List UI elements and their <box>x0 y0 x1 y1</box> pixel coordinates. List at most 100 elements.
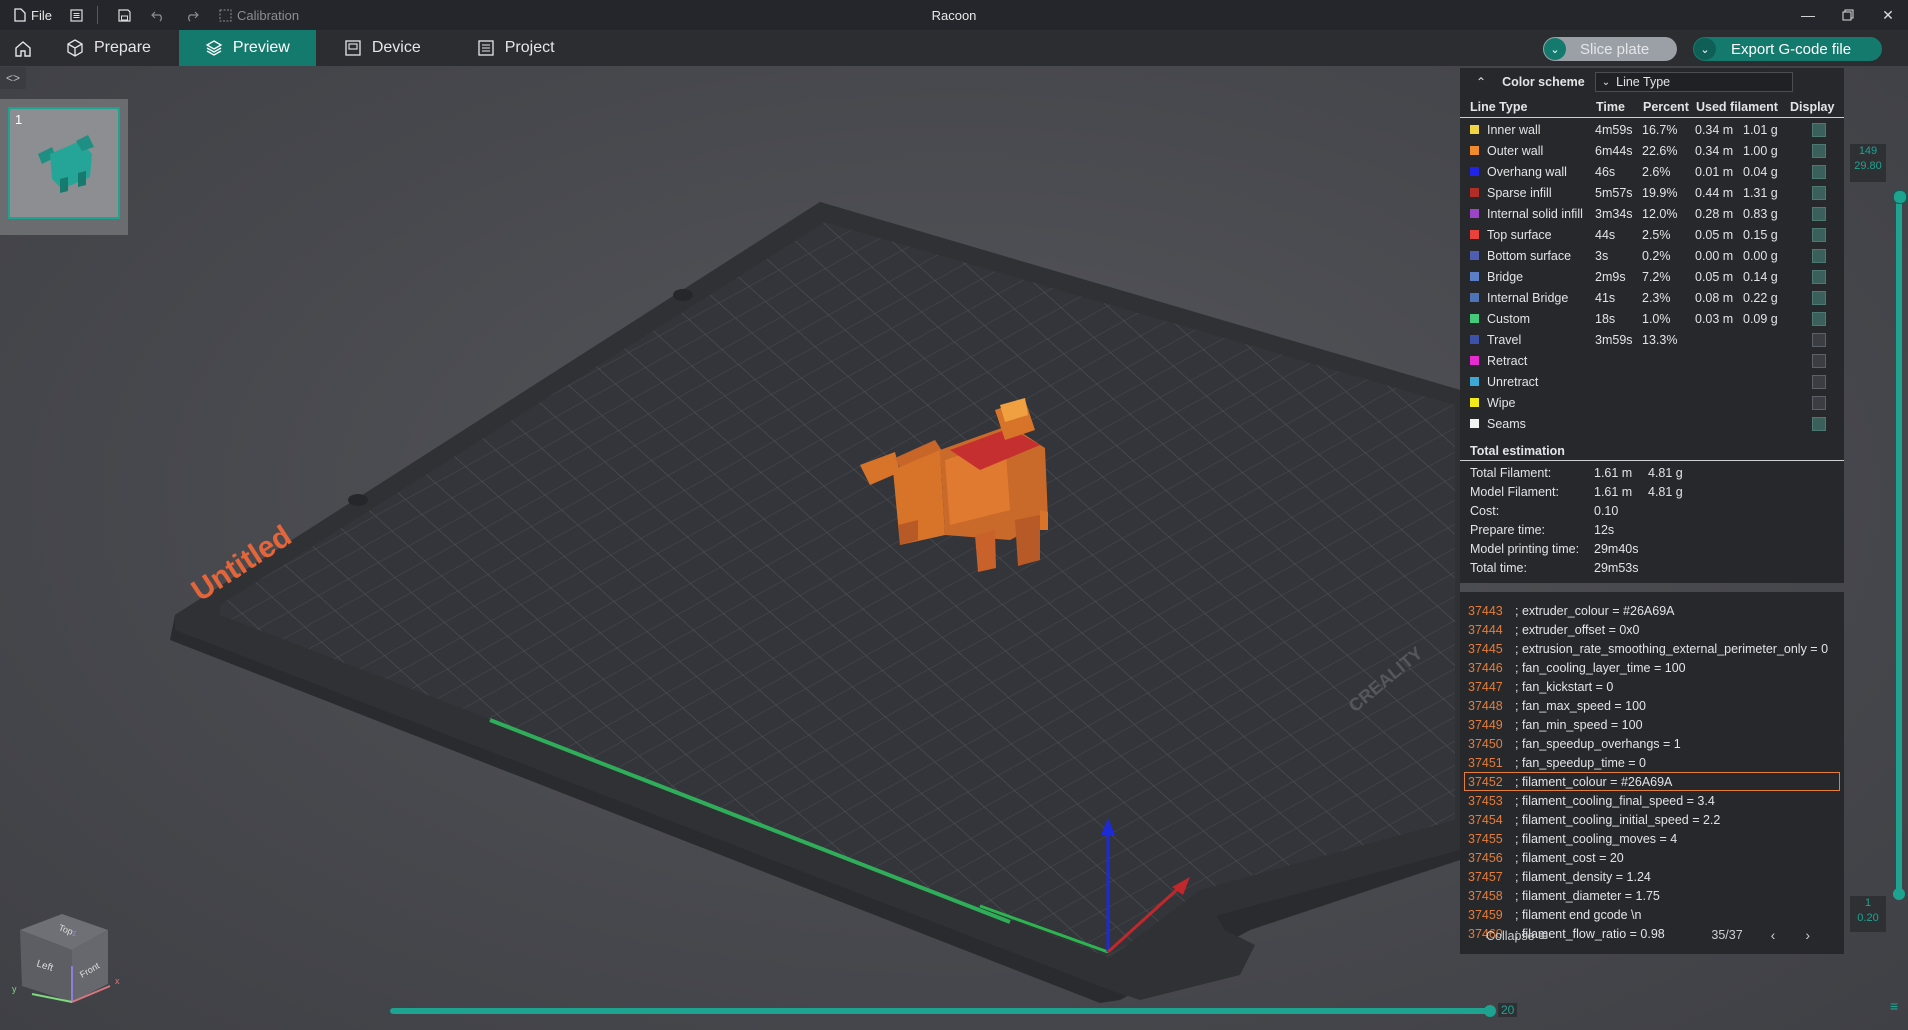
gcode-line[interactable]: 37449 ; fan_min_speed = 100 <box>1460 715 1844 734</box>
layers-toggle-icon[interactable]: ≡ <box>1890 998 1898 1014</box>
slice-dropdown-chevron-icon[interactable]: ⌄ <box>1544 38 1566 60</box>
legend-percent: 13.3% <box>1642 332 1678 347</box>
legend-row: Custom 18s 1.0% 0.03 m 0.09 g <box>1460 308 1844 329</box>
gcode-line[interactable]: 37446 ; fan_cooling_layer_time = 100 <box>1460 658 1844 677</box>
layer-slider-top-handle[interactable] <box>1893 190 1907 204</box>
menu-button[interactable] <box>70 8 83 22</box>
legend-line-type: Bottom surface <box>1487 248 1572 263</box>
legend-display-checkbox[interactable] <box>1812 416 1826 431</box>
redo-button[interactable] <box>185 9 199 22</box>
legend-display-checkbox[interactable] <box>1812 122 1826 137</box>
layer-top-height: 29.80 <box>1854 160 1882 172</box>
legend-row: Inner wall 4m59s 16.7% 0.34 m 1.01 g <box>1460 119 1844 140</box>
gcode-next-button[interactable]: › <box>1805 927 1810 943</box>
gcode-line[interactable]: 37456 ; filament_cost = 20 <box>1460 848 1844 867</box>
calibration-menu[interactable]: Calibration <box>219 8 299 23</box>
gcode-line[interactable]: 37448 ; fan_max_speed = 100 <box>1460 696 1844 715</box>
legend-row: Internal solid infill 3m34s 12.0% 0.28 m 0.8… <box>1460 203 1844 224</box>
color-scheme-label: Color scheme <box>1502 75 1585 89</box>
tab-device[interactable]: Device <box>316 30 449 66</box>
gcode-line[interactable]: 37454 ; filament_cooling_initial_speed = … <box>1460 810 1844 829</box>
legend-length: 0.08 m <box>1695 290 1734 305</box>
maximize-button[interactable] <box>1828 0 1868 30</box>
gcode-viewer[interactable]: 37443 ; extruder_colour = #26A69A 37444 ; e… <box>1460 592 1844 954</box>
legend-display-checkbox[interactable] <box>1812 164 1826 179</box>
legend-panel: ⌃ Color scheme ⌄ Line Type Line Type Tim… <box>1460 68 1844 583</box>
legend-length: 0.34 m <box>1695 143 1734 158</box>
slice-plate-button[interactable]: ⌄ Slice plate <box>1543 37 1677 61</box>
gcode-line-text: ; fan_min_speed = 100 <box>1515 717 1643 732</box>
tab-project[interactable]: Project <box>449 30 583 66</box>
layer-slider-bottom-handle[interactable] <box>1893 888 1905 900</box>
gcode-line[interactable]: 37450 ; fan_speedup_overhangs = 1 <box>1460 734 1844 753</box>
legend-display-checkbox[interactable] <box>1812 290 1826 305</box>
legend-percent: 12.0% <box>1642 206 1678 221</box>
gcode-line-number: 37445 <box>1468 641 1503 656</box>
gcode-line[interactable]: 37457 ; filament_density = 1.24 <box>1460 867 1844 886</box>
gcode-line[interactable]: 37443 ; extruder_colour = #26A69A <box>1460 601 1844 620</box>
layer-slider-track[interactable] <box>1896 196 1902 892</box>
tab-preview[interactable]: Preview <box>178 30 316 66</box>
legend-display-checkbox[interactable] <box>1812 185 1826 200</box>
export-gcode-button[interactable]: ⌄ Export G-code file <box>1693 37 1882 61</box>
estimation-label: Total time: <box>1470 560 1527 575</box>
color-scheme-select[interactable]: ⌄ Line Type <box>1594 72 1793 92</box>
legend-row: Overhang wall 46s 2.6% 0.01 m 0.04 g <box>1460 161 1844 182</box>
minimize-button[interactable]: — <box>1788 0 1828 30</box>
file-menu[interactable]: File <box>14 8 52 23</box>
gcode-line-number: 37452 <box>1468 774 1503 789</box>
legend-display-checkbox[interactable] <box>1812 143 1826 158</box>
gcode-line-number: 37455 <box>1468 831 1503 846</box>
move-slider-fill <box>390 1008 1490 1014</box>
gcode-line[interactable]: 37451 ; fan_speedup_time = 0 <box>1460 753 1844 772</box>
gcode-line[interactable]: 37447 ; fan_kickstart = 0 <box>1460 677 1844 696</box>
divider <box>96 6 98 24</box>
collapse-button[interactable]: Collapse ≌ <box>1486 928 1549 943</box>
legend-percent: 7.2% <box>1642 269 1671 284</box>
legend-display-checkbox[interactable] <box>1812 374 1826 389</box>
legend-display-checkbox[interactable] <box>1812 248 1826 263</box>
gcode-line[interactable]: 37458 ; filament_diameter = 1.75 <box>1460 886 1844 905</box>
plate-thumbnail[interactable]: 1 <box>8 107 120 219</box>
legend-display-checkbox[interactable] <box>1812 353 1826 368</box>
gcode-line-number: 37458 <box>1468 888 1503 903</box>
estimation-label: Model printing time: <box>1470 541 1580 556</box>
legend-display-checkbox[interactable] <box>1812 395 1826 410</box>
chevron-down-icon: ⌄ <box>1601 76 1611 88</box>
legend-time: 3s <box>1595 248 1609 263</box>
legend-display-checkbox[interactable] <box>1812 311 1826 326</box>
close-button[interactable]: ✕ <box>1868 0 1908 30</box>
tab-prepare[interactable]: Prepare <box>46 30 179 66</box>
gcode-line-text: ; filament_colour = #26A69A <box>1515 774 1673 789</box>
legend-display-checkbox[interactable] <box>1812 227 1826 242</box>
legend-swatch <box>1470 377 1479 386</box>
save-button[interactable] <box>118 8 131 22</box>
move-slider[interactable] <box>390 1005 1496 1017</box>
gcode-line[interactable]: 37444 ; extruder_offset = 0x0 <box>1460 620 1844 639</box>
legend-swatch <box>1470 209 1479 218</box>
legend-display-checkbox[interactable] <box>1812 269 1826 284</box>
undo-button[interactable] <box>151 9 165 22</box>
view-cube[interactable]: Top Left Front x y z <box>10 906 120 1006</box>
legend-swatch <box>1470 293 1479 302</box>
gcode-line[interactable]: 37453 ; filament_cooling_final_speed = 3.… <box>1460 791 1844 810</box>
layer-top-number: 149 <box>1858 145 1878 157</box>
gcode-prev-button[interactable]: ‹ <box>1771 927 1776 943</box>
legend-display-checkbox[interactable] <box>1812 206 1826 221</box>
estimation-row: Total time: 29m53s <box>1460 558 1844 577</box>
move-slider-handle[interactable] <box>1484 1005 1496 1017</box>
legend-line-type: Internal Bridge <box>1487 290 1569 305</box>
view-axis-x: x <box>115 976 120 986</box>
sidebar-toggle-button[interactable]: <> <box>0 67 26 89</box>
home-button[interactable] <box>0 30 46 66</box>
gcode-line-current[interactable]: 37452 ; filament_colour = #26A69A <box>1464 772 1840 791</box>
legend-line-type: Travel <box>1487 332 1522 347</box>
collapse-legend-icon[interactable]: ⌃ <box>1476 75 1486 89</box>
gcode-line[interactable]: 37445 ; extrusion_rate_smoothing_external… <box>1460 639 1844 658</box>
export-dropdown-chevron-icon[interactable]: ⌄ <box>1694 38 1716 60</box>
model-preview-icon <box>38 135 94 193</box>
gcode-line-text: ; fan_cooling_layer_time = 100 <box>1515 660 1686 675</box>
gcode-line[interactable]: 37455 ; filament_cooling_moves = 4 <box>1460 829 1844 848</box>
gcode-line-number: 37456 <box>1468 850 1503 865</box>
legend-display-checkbox[interactable] <box>1812 332 1826 347</box>
